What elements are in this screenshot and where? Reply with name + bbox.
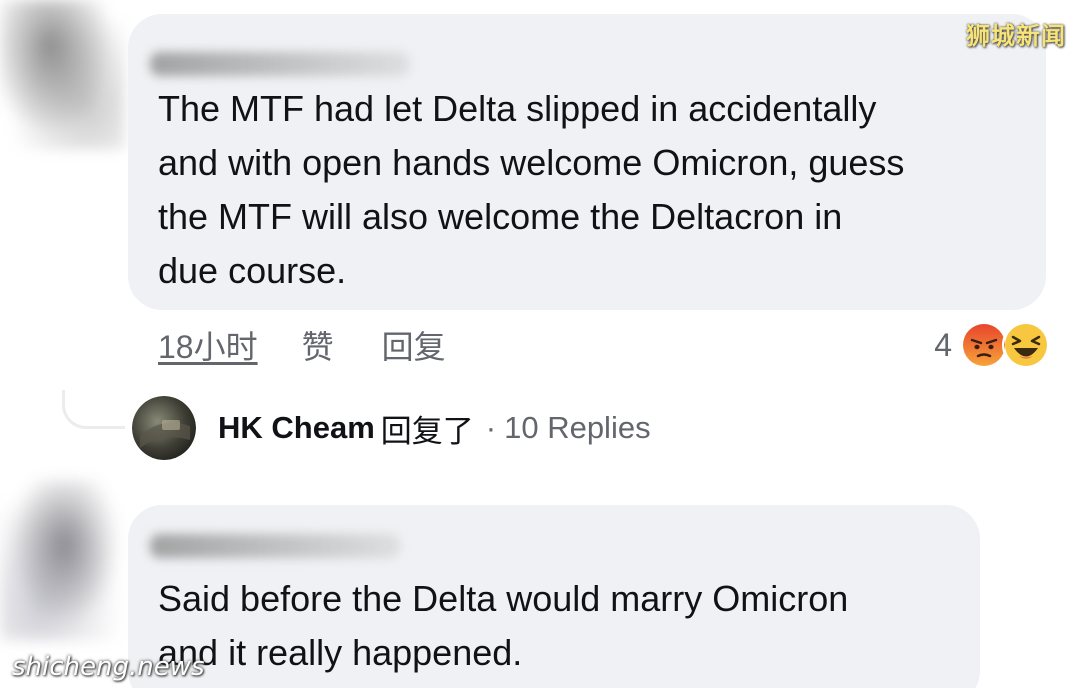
- reply-count: 10 Replies: [504, 410, 651, 445]
- comment-line: Said before the Delta would marry Omicro…: [158, 578, 849, 619]
- avatar: [132, 396, 196, 460]
- watermark-logo: 狮城新闻: [966, 22, 1066, 50]
- view-replies-link[interactable]: HK Cheam 回复了 · 10 Replies: [132, 395, 651, 461]
- facebook-comment-thread: The MTF had let Delta slipped in acciden…: [0, 0, 1080, 688]
- comment-line: the MTF will also welcome the Deltacron …: [158, 196, 843, 237]
- blurred-avatar: [0, 480, 130, 640]
- blurred-author-name: [150, 534, 400, 558]
- watermark-url: shicheng.news: [12, 652, 205, 682]
- comment-line: due course.: [158, 250, 347, 291]
- reaction-summary[interactable]: 4: [934, 320, 1050, 370]
- comment-line: and with open hands welcome Omicron, gue…: [158, 142, 905, 183]
- like-button[interactable]: 赞: [302, 322, 334, 368]
- comment-text: The MTF had let Delta slipped in acciden…: [158, 82, 1028, 298]
- blurred-author-name: [150, 52, 410, 76]
- blurred-avatar: [0, 0, 125, 150]
- reply-author-name: HK Cheam: [218, 410, 375, 445]
- laughing-emoji-icon: [1002, 321, 1050, 369]
- comment-line: and it really happened.: [158, 632, 523, 673]
- thread-connector-line: [62, 390, 125, 429]
- angry-emoji-icon: [960, 321, 1008, 369]
- comment-timestamp-link[interactable]: 18小时: [158, 322, 258, 368]
- separator-dot: ·: [485, 410, 497, 445]
- comment-actions: 18小时 赞 回复: [158, 320, 446, 370]
- reply-verb: 回复了: [380, 413, 474, 449]
- reply-button[interactable]: 回复: [382, 322, 446, 368]
- reaction-count: 4: [934, 326, 952, 363]
- comment-text: Said before the Delta would marry Omicro…: [158, 572, 958, 680]
- comment-line: The MTF had let Delta slipped in acciden…: [158, 88, 877, 129]
